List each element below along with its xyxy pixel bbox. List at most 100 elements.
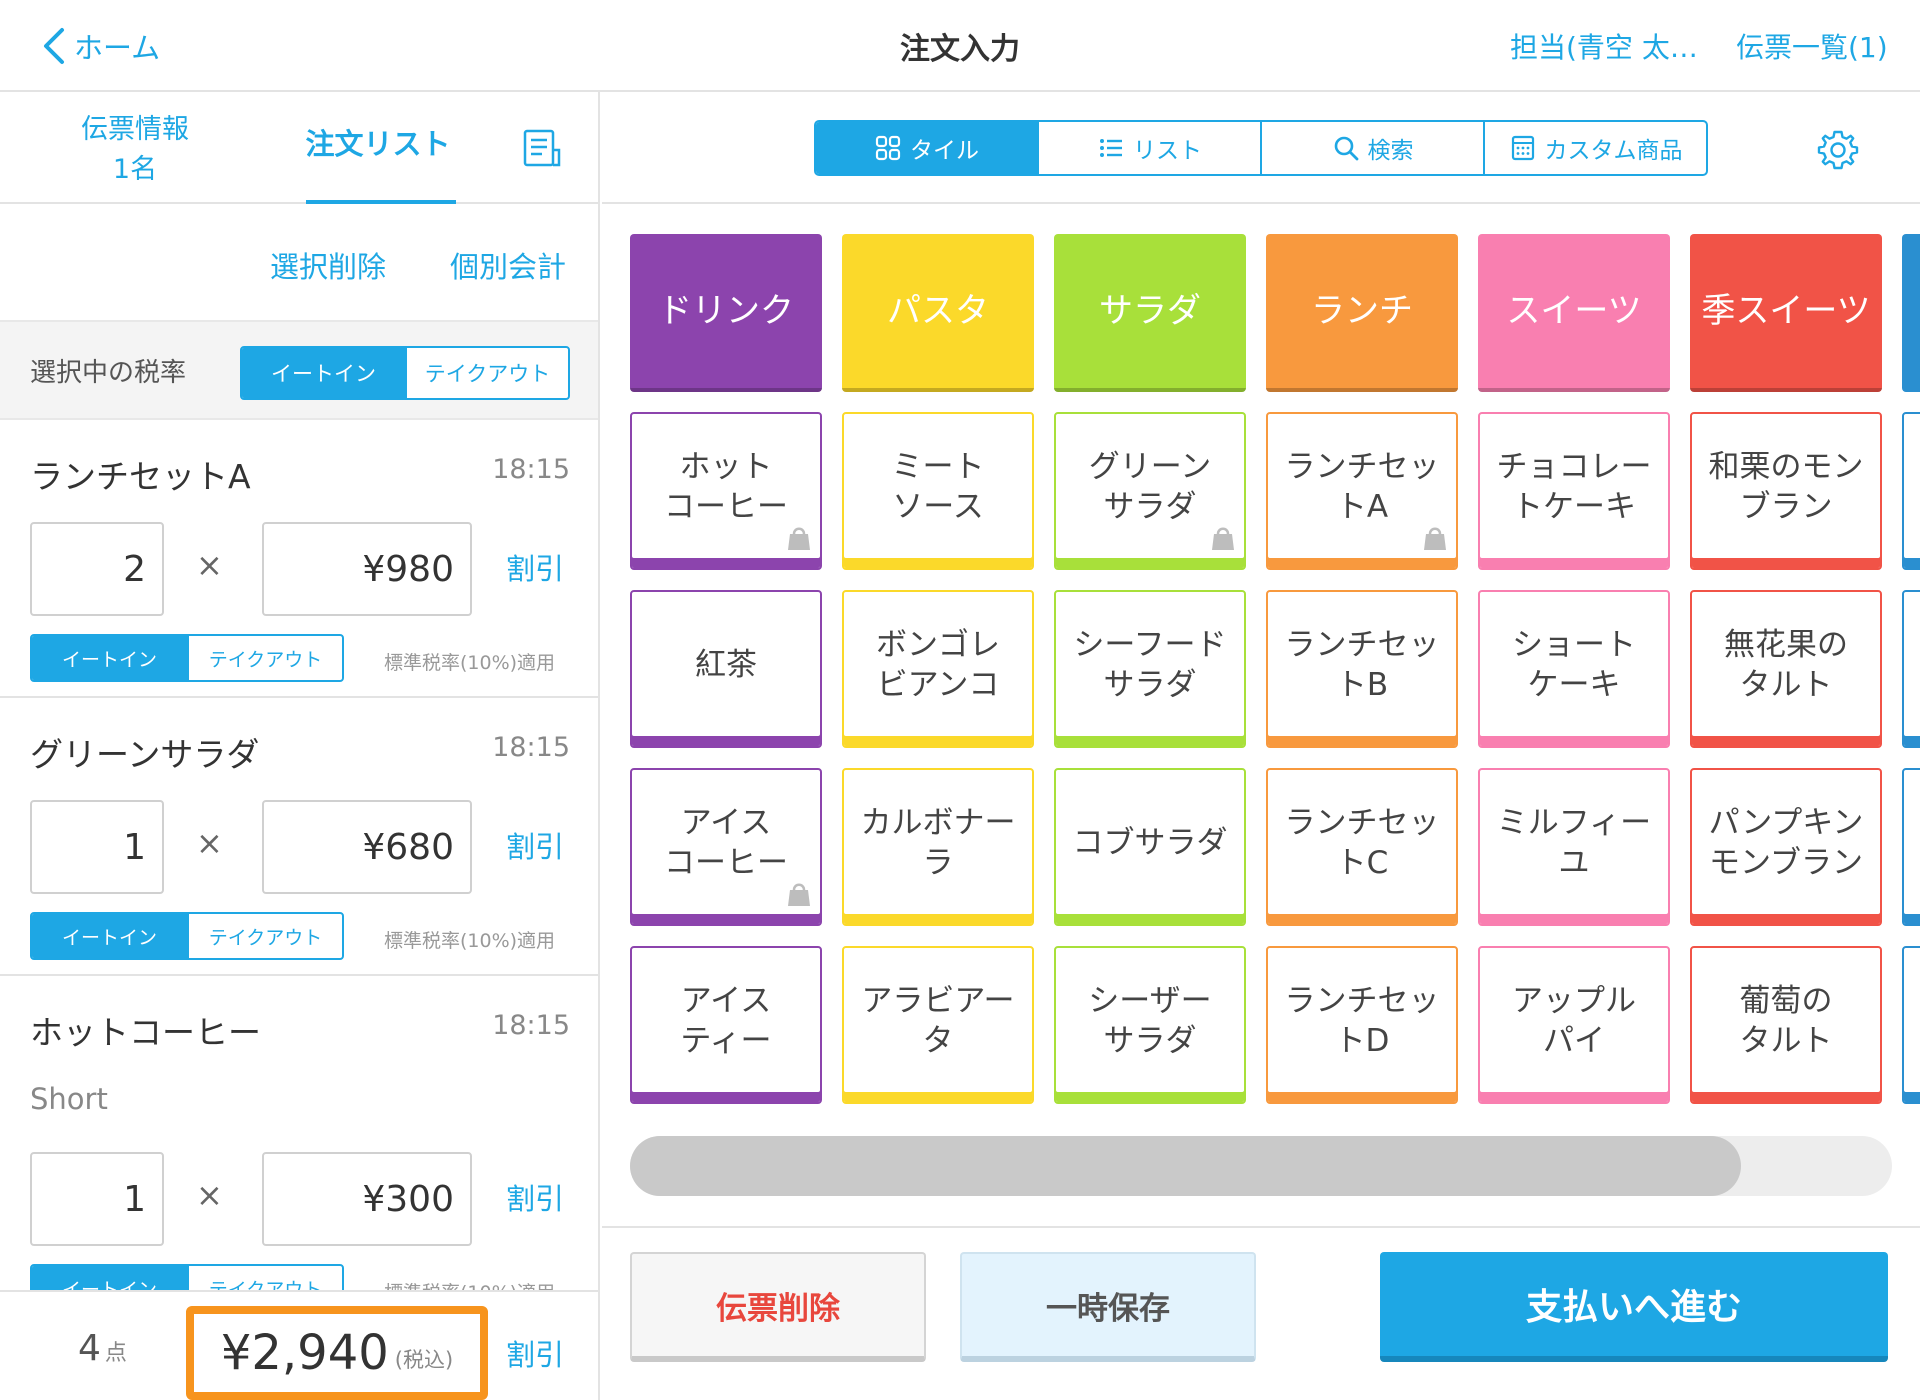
product-name-line: ランチセッ xyxy=(1284,627,1440,663)
product-tile[interactable]: アイス コーヒー xyxy=(630,768,822,926)
product-name: ランチセッ トC xyxy=(1285,803,1440,883)
product-tile[interactable]: ランチセッ トC xyxy=(1266,768,1458,926)
product-tile[interactable] xyxy=(1902,946,1920,1104)
item-eat-in-toggle[interactable]: イートイン xyxy=(32,914,187,958)
tab-slip-info-guests: 1名 xyxy=(112,154,158,185)
product-tile[interactable]: シーザー サラダ xyxy=(1054,946,1246,1104)
product-name-line: ブラン xyxy=(1739,489,1833,525)
scrollbar-thumb[interactable] xyxy=(630,1136,1741,1196)
quantity-field[interactable]: 2 xyxy=(30,522,164,616)
product-tile[interactable]: ボンゴレ ビアンコ xyxy=(842,590,1034,748)
price-field[interactable]: ¥980 xyxy=(262,522,472,616)
price-field[interactable]: ¥680 xyxy=(262,800,472,894)
take-out-toggle[interactable]: テイクアウト xyxy=(405,348,568,398)
total-amount: ¥2,940 xyxy=(220,1325,389,1381)
view-custom-label: カスタム商品 xyxy=(1544,138,1683,164)
product-tile[interactable]: 紅茶 xyxy=(630,590,822,748)
eat-in-toggle[interactable]: イートイン xyxy=(242,348,405,398)
staff-selector[interactable]: 担当(青空 太… xyxy=(1510,26,1698,66)
product-tile[interactable]: 葡萄の タルト xyxy=(1690,946,1882,1104)
hold-slip-button[interactable]: 一時保存 xyxy=(960,1252,1256,1362)
delete-selected-button[interactable]: 選択削除 xyxy=(270,244,386,286)
product-tile[interactable]: ランチセッ トB xyxy=(1266,590,1458,748)
back-button[interactable]: ホーム xyxy=(40,22,160,70)
category-tile[interactable]: パスタ xyxy=(842,234,1034,392)
category-tile[interactable]: 季スイーツ xyxy=(1690,234,1882,392)
separate-checkout-button[interactable]: 個別会計 xyxy=(450,244,566,286)
product-name-line: パンプキン xyxy=(1708,805,1864,841)
product-tile[interactable]: アップル パイ xyxy=(1478,946,1670,1104)
proceed-to-payment-button[interactable]: 支払いへ進む xyxy=(1380,1252,1888,1362)
product-tile-grid: ドリンクホット コーヒー 紅茶アイスコーヒーアイス ティー パスタミート ソース ボンゴレビ… xyxy=(630,234,1920,1114)
quantity-field[interactable]: 1 xyxy=(30,1152,164,1246)
product-name-line: トケーキ xyxy=(1512,489,1636,525)
category-tile[interactable]: サラダ xyxy=(1054,234,1246,392)
product-name: ミルフィーユ xyxy=(1497,803,1651,883)
item-take-out-toggle[interactable]: テイクアウト xyxy=(187,636,342,680)
slip-list-button[interactable]: 伝票一覧(1) xyxy=(1736,26,1888,66)
price-field[interactable]: ¥300 xyxy=(262,1152,472,1246)
product-name-line: アイス xyxy=(680,805,772,841)
tax-rate-toggle: イートイン テイクアウト xyxy=(240,346,570,400)
product-tile[interactable]: グリーン サラダ xyxy=(1054,412,1246,570)
product-tile[interactable] xyxy=(1902,590,1920,748)
product-name-line: コーヒー xyxy=(664,845,788,881)
category-tile[interactable]: ドリンク xyxy=(630,234,822,392)
back-label: ホーム xyxy=(74,31,161,65)
view-search-button[interactable]: 検索 xyxy=(1260,122,1483,174)
order-discount-button[interactable]: 割引 xyxy=(506,1332,564,1374)
order-item[interactable]: グリーンサラダ 18:15 1 × ¥680 割引 イートイン テイクアウト 標… xyxy=(0,698,598,976)
product-tile[interactable]: 無花果の タルト xyxy=(1690,590,1882,748)
product-tile[interactable]: 和栗のモン ブラン xyxy=(1690,412,1882,570)
tile-grid-icon xyxy=(875,135,901,161)
product-tile[interactable]: コブサラダ xyxy=(1054,768,1246,926)
tab-slip-info[interactable]: 伝票情報 1名 xyxy=(60,110,210,190)
category-tile[interactable] xyxy=(1902,234,1920,392)
product-tile[interactable]: パンプキン モンブラン xyxy=(1690,768,1882,926)
receipt-icon[interactable] xyxy=(522,128,562,170)
product-tile[interactable] xyxy=(1902,768,1920,926)
item-discount-button[interactable]: 割引 xyxy=(506,824,564,866)
product-tile[interactable]: ランチセッ トD xyxy=(1266,946,1458,1104)
tab-slip-info-label: 伝票情報 xyxy=(81,114,189,145)
view-list-button[interactable]: リスト xyxy=(1037,122,1260,174)
item-eat-in-toggle[interactable]: イートイン xyxy=(32,636,187,680)
product-tile[interactable]: アイス ティー xyxy=(630,946,822,1104)
view-custom-button[interactable]: カスタム商品 xyxy=(1483,122,1706,174)
tile-scrollbar[interactable] xyxy=(630,1136,1892,1196)
product-tile[interactable]: アラビアータ xyxy=(842,946,1034,1104)
product-tile[interactable]: ホット コーヒー xyxy=(630,412,822,570)
order-item[interactable]: ランチセットA 18:15 2 × ¥980 割引 イートイン テイクアウト 標… xyxy=(0,420,598,698)
product-name-line: ユ xyxy=(1558,845,1590,881)
order-panel-tabs: 伝票情報 1名 注文リスト xyxy=(0,92,598,204)
tab-order-list[interactable]: 注文リスト xyxy=(298,124,458,164)
item-take-out-toggle[interactable]: テイクアウト xyxy=(187,914,342,958)
order-item[interactable]: ホットコーヒー 18:15 Short 1 × ¥300 割引 イートイン テイ… xyxy=(0,976,598,1312)
product-panel: タイル リスト 検索 カスタム商品 ドリンク ホット コーヒー 紅茶 アイス コ… xyxy=(602,92,1920,1400)
category-tile[interactable]: ランチ xyxy=(1266,234,1458,392)
product-tile[interactable]: ショート ケーキ xyxy=(1478,590,1670,748)
order-panel: 伝票情報 1名 注文リスト 選択削除 個別会計 選択中の税率 イートイン テイク… xyxy=(0,92,600,1400)
product-tile[interactable] xyxy=(1902,412,1920,570)
product-tile[interactable]: ランチセッ トA xyxy=(1266,412,1458,570)
product-name: アイス コーヒー xyxy=(664,803,788,883)
gear-icon[interactable] xyxy=(1816,128,1860,172)
product-name-line: アラビアー xyxy=(861,983,1015,1019)
top-bar: ホーム 注文入力 担当(青空 太… 伝票一覧(1) xyxy=(0,0,1920,92)
quantity-field[interactable]: 1 xyxy=(30,800,164,894)
product-name-line: ケーキ xyxy=(1527,667,1621,703)
item-count-unit: 点 xyxy=(104,1341,127,1366)
product-tile[interactable]: ミート ソース xyxy=(842,412,1034,570)
product-name-line: タルト xyxy=(1739,1023,1833,1059)
item-discount-button[interactable]: 割引 xyxy=(506,1176,564,1218)
category-tile[interactable]: スイーツ xyxy=(1478,234,1670,392)
delete-slip-button[interactable]: 伝票削除 xyxy=(630,1252,926,1362)
product-tile[interactable]: チョコレー トケーキ xyxy=(1478,412,1670,570)
multiply-sign: × xyxy=(196,546,223,584)
item-discount-button[interactable]: 割引 xyxy=(506,546,564,588)
view-tile-button[interactable]: タイル xyxy=(816,122,1037,174)
product-tile[interactable]: シーフード サラダ xyxy=(1054,590,1246,748)
product-tile[interactable]: ミルフィーユ xyxy=(1478,768,1670,926)
tax-note: 標準税率(10%)適用 xyxy=(384,930,556,952)
product-tile[interactable]: カルボナーラ xyxy=(842,768,1034,926)
